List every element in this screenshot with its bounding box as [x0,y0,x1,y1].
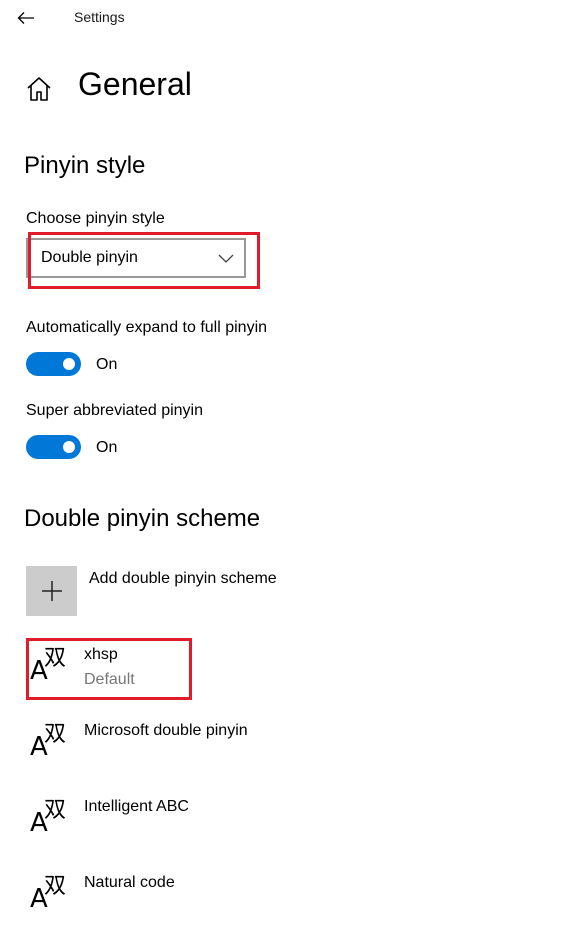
home-icon [27,77,51,101]
auto-expand-state: On [96,356,118,373]
title-bar: Settings [0,0,577,34]
pinyin-style-selected-value: Double pinyin [41,249,138,266]
window-title: Settings [74,9,125,25]
page-title: General [78,66,192,102]
input-method-icon: A 双 [30,874,67,914]
toggle-knob [63,441,75,453]
choose-pinyin-style-label: Choose pinyin style [26,210,165,227]
add-scheme-label[interactable]: Add double pinyin scheme [89,570,277,588]
chevron-down-icon [218,254,234,263]
back-button[interactable] [8,4,44,32]
scheme-item-natural-code[interactable]: A 双 Natural code [26,870,326,930]
scheme-name: xhsp [84,646,118,663]
scheme-item-intelligent-abc[interactable]: A 双 Intelligent ABC [26,794,326,854]
input-method-icon: A 双 [30,646,67,686]
scheme-item-xhsp[interactable]: A 双 xhsp Default [26,642,326,702]
auto-expand-toggle[interactable] [26,352,81,376]
scheme-item-microsoft[interactable]: A 双 Microsoft double pinyin [26,718,326,778]
input-method-icon: A 双 [30,722,67,762]
plus-icon [41,581,62,601]
scheme-name: Natural code [84,874,175,891]
pinyin-style-dropdown[interactable]: Double pinyin [26,238,246,278]
scheme-name: Microsoft double pinyin [84,722,248,739]
pinyin-style-heading: Pinyin style [24,152,146,179]
back-arrow-icon [17,12,34,24]
add-scheme-button[interactable] [26,566,77,616]
toggle-knob [63,358,75,370]
super-abbrev-label: Super abbreviated pinyin [26,402,204,419]
settings-page: Settings General Pinyin style Choose pin… [0,0,577,934]
super-abbrev-toggle[interactable] [26,435,81,459]
scheme-default-label: Default [84,671,135,688]
super-abbrev-state: On [96,439,118,456]
input-method-icon: A 双 [30,798,67,838]
scheme-name: Intelligent ABC [84,798,189,815]
auto-expand-label: Automatically expand to full pinyin [26,319,268,336]
double-pinyin-scheme-heading: Double pinyin scheme [24,505,261,532]
